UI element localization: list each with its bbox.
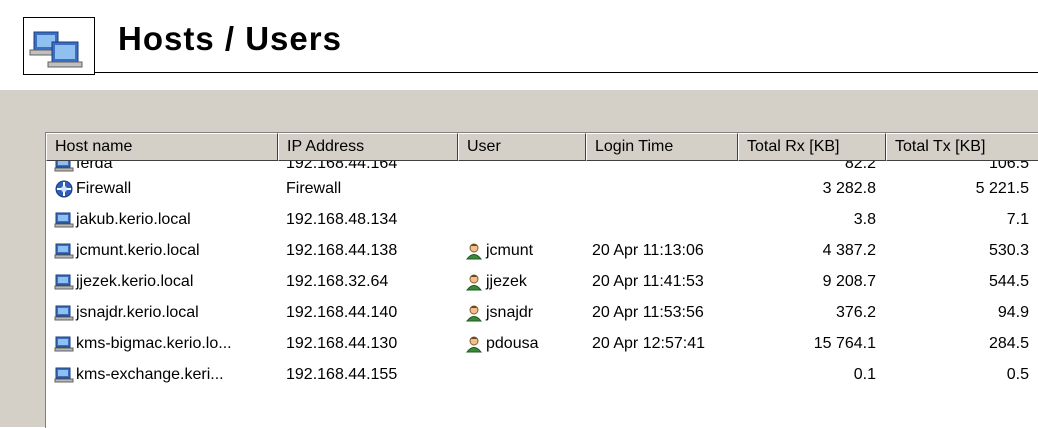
host-name: jcmunt.kerio.local [76, 241, 200, 259]
ip-cell: 192.168.32.64 [286, 272, 389, 290]
host-name: ferda [76, 161, 113, 172]
user-cell: jjezek [458, 273, 586, 291]
header-divider [95, 72, 1038, 73]
host-cell: kms-bigmac.kerio.lo... [46, 335, 278, 353]
ip-cell: 192.168.44.130 [286, 334, 398, 352]
computer-icon [54, 335, 74, 353]
table-row[interactable]: kms-exchange.keri... 192.168.44.155 0.1 0.5 [46, 359, 1038, 390]
host-name: jsnajdr.kerio.local [76, 303, 199, 321]
table-row[interactable]: jjezek.kerio.local 192.168.32.64 jjezek 20 … [46, 266, 1038, 297]
host-cell: jjezek.kerio.local [46, 273, 278, 291]
table-row-partial[interactable]: ferda 192.168.44.164 82.2 106.5 [46, 161, 1038, 173]
host-cell: kms-exchange.keri... [46, 366, 278, 384]
hosts-list[interactable]: Host name IP Address User Login Time Tot… [45, 132, 1038, 428]
host-cell: jakub.kerio.local [46, 211, 278, 229]
tx-cell: 284.5 [988, 334, 1029, 352]
column-header-total-rx[interactable]: Total Rx [KB] [738, 133, 886, 161]
column-header-ip-address[interactable]: IP Address [278, 133, 458, 161]
user-cell: pdousa [458, 335, 586, 353]
hosts-users-icon [23, 17, 95, 75]
user-name: jjezek [486, 272, 527, 290]
rx-cell: 3.8 [853, 210, 876, 228]
rx-cell: 376.2 [835, 303, 876, 321]
table-row[interactable]: kms-bigmac.kerio.lo... 192.168.44.130 pdou… [46, 328, 1038, 359]
host-name: kms-bigmac.kerio.lo... [76, 334, 232, 352]
ip-cell: 192.168.48.134 [286, 210, 398, 228]
login-cell: 20 Apr 12:57:41 [592, 334, 705, 352]
column-header-login-time[interactable]: Login Time [586, 133, 738, 161]
computer-icon [54, 161, 74, 173]
ip-cell: 192.168.44.155 [286, 365, 398, 383]
rx-cell: 15 764.1 [813, 334, 876, 352]
user-icon [464, 335, 484, 353]
host-name: Firewall [76, 179, 132, 197]
user-name: pdousa [486, 334, 539, 352]
column-header-host-name[interactable]: Host name [46, 133, 278, 161]
login-cell: 20 Apr 11:53:56 [592, 303, 704, 321]
host-cell: jsnajdr.kerio.local [46, 304, 278, 322]
user-cell: jcmunt [458, 242, 586, 260]
firewall-icon [54, 180, 74, 198]
rx-cell: 4 387.2 [822, 241, 876, 259]
page-title: Hosts / Users [118, 20, 342, 57]
user-name: jsnajdr [486, 303, 534, 321]
host-cell: ferda [46, 161, 278, 173]
tx-cell: 7.1 [1006, 210, 1029, 228]
user-icon [464, 242, 484, 260]
computer-icon [54, 273, 74, 291]
login-cell: 20 Apr 11:41:53 [592, 272, 704, 290]
table-row[interactable]: jcmunt.kerio.local 192.168.44.138 jcmunt 20… [46, 235, 1038, 266]
rx-cell: 0.1 [853, 365, 876, 383]
content-panel: Host name IP Address User Login Time Tot… [0, 90, 1038, 428]
user-icon [464, 304, 484, 322]
user-icon [464, 273, 484, 291]
table-row[interactable]: Firewall Firewall 3 282.8 5 221.5 [46, 173, 1038, 204]
computer-icon [54, 242, 74, 260]
table-row[interactable]: jakub.kerio.local 192.168.48.134 3.8 7.1 [46, 204, 1038, 235]
table-header: Host name IP Address User Login Time Tot… [46, 133, 1038, 161]
table-body: ferda 192.168.44.164 82.2 106.5 Firewall… [46, 161, 1038, 390]
tx-cell: 530.3 [988, 241, 1029, 259]
ip-cell: Firewall [286, 179, 342, 197]
host-name: jjezek.kerio.local [76, 272, 194, 290]
ip-cell: 192.168.44.164 [286, 161, 398, 172]
tx-cell: 0.5 [1006, 365, 1029, 383]
rx-cell: 9 208.7 [822, 272, 876, 290]
tx-cell: 544.5 [988, 272, 1029, 290]
ip-cell: 192.168.44.138 [286, 241, 398, 259]
computer-icon [54, 211, 74, 229]
host-name: kms-exchange.keri... [76, 365, 224, 383]
column-header-total-tx[interactable]: Total Tx [KB] [886, 133, 1038, 161]
host-cell: Firewall [46, 180, 278, 198]
column-header-user[interactable]: User [458, 133, 586, 161]
host-name: jakub.kerio.local [76, 210, 191, 228]
computer-icon [54, 304, 74, 322]
tx-cell: 106.5 [988, 161, 1029, 172]
user-name: jcmunt [486, 241, 534, 259]
rx-cell: 82.2 [844, 161, 876, 172]
tx-cell: 94.9 [997, 303, 1029, 321]
computer-icon [54, 366, 74, 384]
login-cell: 20 Apr 11:13:06 [592, 241, 704, 259]
host-cell: jcmunt.kerio.local [46, 242, 278, 260]
rx-cell: 3 282.8 [822, 179, 876, 197]
table-row[interactable]: jsnajdr.kerio.local 192.168.44.140 jsnajdr… [46, 297, 1038, 328]
page-header: Hosts / Users [0, 0, 1038, 90]
tx-cell: 5 221.5 [975, 179, 1029, 197]
user-cell: jsnajdr [458, 304, 586, 322]
ip-cell: 192.168.44.140 [286, 303, 398, 321]
